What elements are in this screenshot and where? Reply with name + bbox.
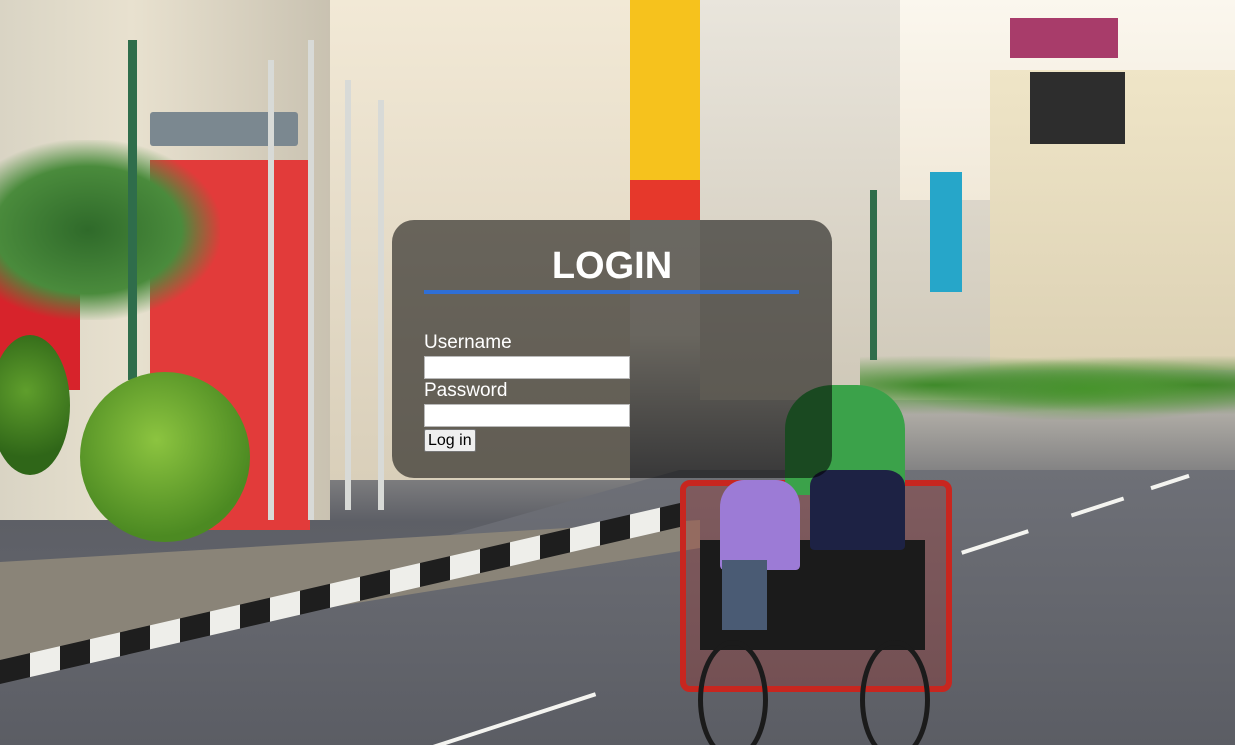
background-flag-pole — [345, 80, 351, 510]
background-bush — [80, 372, 250, 542]
background-red-sign — [630, 180, 702, 220]
background-person — [722, 560, 767, 630]
login-title: LOGIN — [551, 245, 673, 287]
background-dark-sign — [1030, 72, 1125, 144]
username-label: Username — [424, 332, 512, 353]
password-input[interactable] — [424, 404, 630, 427]
username-input[interactable] — [424, 356, 630, 379]
background-flag-pole — [308, 40, 314, 520]
background-flag-pole — [268, 60, 274, 520]
background-pink-sign — [1010, 18, 1118, 58]
background-person — [810, 470, 905, 550]
title-underline — [424, 290, 799, 294]
login-button[interactable]: Log in — [424, 429, 476, 452]
background-lamp-post — [870, 190, 877, 360]
background-flag-pole — [378, 100, 384, 510]
password-label: Password — [424, 380, 508, 401]
login-panel: LOGIN Username Password Log in — [392, 220, 832, 478]
background-lamp-post — [128, 40, 137, 380]
background-tree-foliage — [0, 140, 220, 320]
background-blue-banner — [930, 172, 962, 292]
background-hedges — [860, 350, 1235, 420]
login-form: Username Password Log in — [424, 332, 804, 452]
background-person — [720, 480, 800, 570]
